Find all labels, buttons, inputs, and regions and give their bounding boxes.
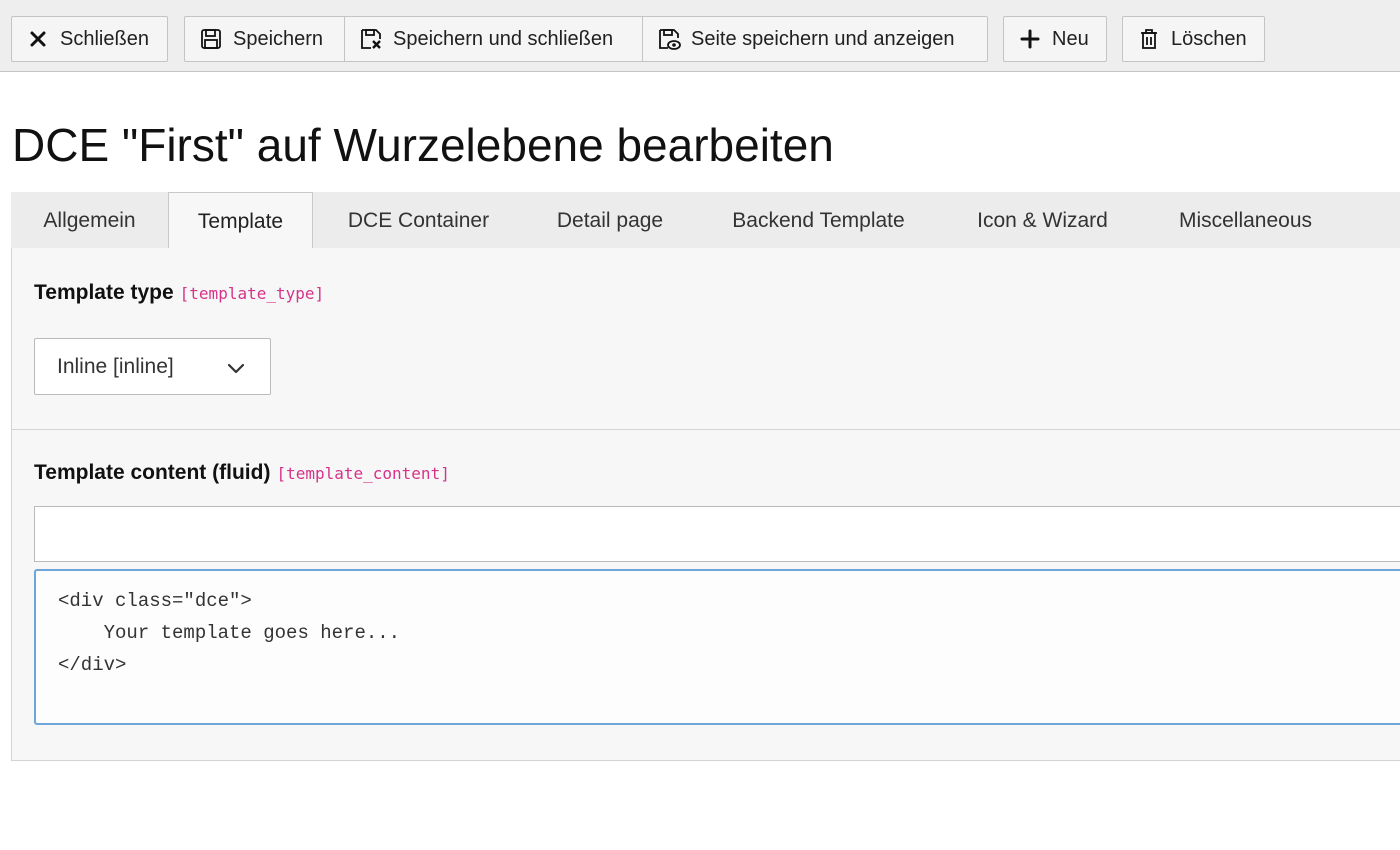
new-button-label: Neu xyxy=(1052,27,1089,50)
page-title: DCE "First" auf Wurzelebene bearbeiten xyxy=(12,119,834,171)
tab-allgemein[interactable]: Allgemein xyxy=(11,192,168,249)
tab-icon-wizard[interactable]: Icon & Wizard xyxy=(941,192,1144,249)
save-and-view-button[interactable]: Seite speichern und anzeigen xyxy=(643,16,988,62)
close-button-label: Schließen xyxy=(60,27,149,50)
tab-backend-template[interactable]: Backend Template xyxy=(696,192,941,249)
template-content-code-editor[interactable]: <div class="dce"> Your template goes her… xyxy=(34,569,1400,725)
tab-bar: Allgemein Template DCE Container Detail … xyxy=(11,192,1400,250)
field-divider xyxy=(12,429,1400,430)
plus-icon xyxy=(1018,27,1042,51)
template-type-select[interactable]: Inline [inline] xyxy=(34,338,271,395)
trash-icon xyxy=(1137,27,1161,51)
template-content-key: [template_content] xyxy=(276,464,450,483)
chevron-down-icon xyxy=(226,358,246,378)
close-button[interactable]: Schließen xyxy=(11,16,168,62)
document-toolbar: Schließen Speichern Speichern und schlie… xyxy=(0,0,1400,72)
template-type-key: [template_type] xyxy=(179,284,325,303)
template-content-input[interactable] xyxy=(34,506,1400,562)
save-and-close-button[interactable]: Speichern und schließen xyxy=(345,16,643,62)
save-button-label: Speichern xyxy=(233,27,324,50)
tab-template[interactable]: Template xyxy=(168,192,313,250)
template-content-label: Template content (fluid) [template_conten… xyxy=(34,461,450,485)
tab-dce-container[interactable]: DCE Container xyxy=(313,192,524,249)
template-type-selected-value: Inline [inline] xyxy=(57,354,174,378)
save-close-icon xyxy=(359,27,383,51)
template-type-label: Template type [template_type] xyxy=(34,281,324,305)
template-tab-panel: Template type [template_type] Inline [inl… xyxy=(11,248,1400,761)
template-type-title: Template type xyxy=(34,281,174,304)
tab-detail-page[interactable]: Detail page xyxy=(524,192,696,249)
save-and-view-label: Seite speichern und anzeigen xyxy=(691,27,955,50)
tab-miscellaneous[interactable]: Miscellaneous xyxy=(1144,192,1347,249)
save-and-close-label: Speichern und schließen xyxy=(393,27,614,50)
new-button[interactable]: Neu xyxy=(1003,16,1107,62)
save-view-icon xyxy=(657,27,681,51)
template-content-title: Template content (fluid) xyxy=(34,461,271,484)
delete-button[interactable]: Löschen xyxy=(1122,16,1265,62)
close-icon xyxy=(26,27,50,51)
delete-button-label: Löschen xyxy=(1171,27,1247,50)
save-icon xyxy=(199,27,223,51)
save-button[interactable]: Speichern xyxy=(184,16,345,62)
